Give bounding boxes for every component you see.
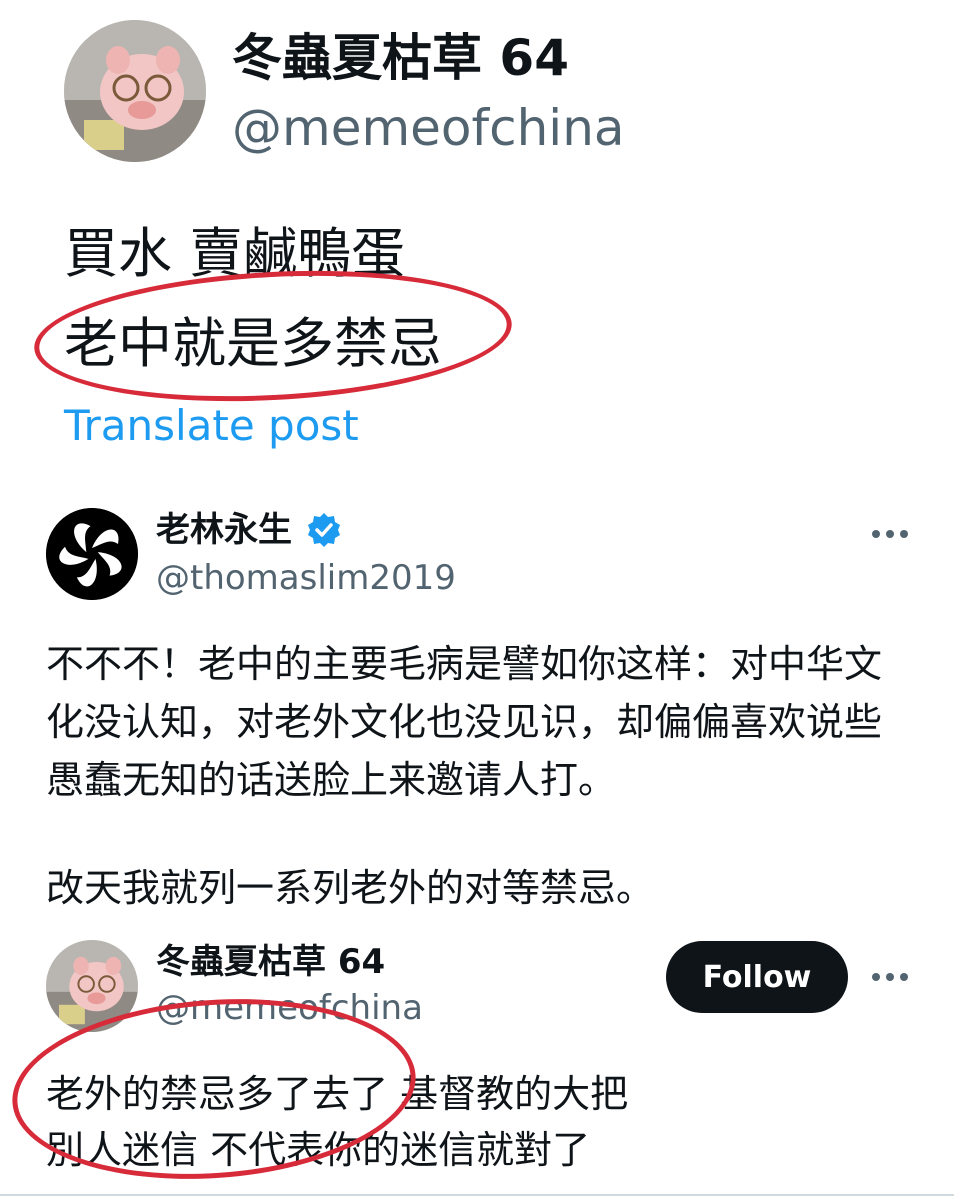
reply-author-name[interactable]: 老林永生 [156, 508, 292, 552]
reply-author-avatar[interactable] [46, 508, 138, 600]
bauhinia-flower-icon [46, 508, 138, 600]
reply-text-line-1: 不不不！老中的主要毛病是譬如你这样：对中华文 [46, 642, 883, 686]
more-horizontal-icon[interactable] [872, 524, 908, 544]
pig-avatar-icon [64, 20, 206, 162]
bottom-divider [0, 1194, 954, 1196]
reply-text-line-3: 愚蠢无知的话送脸上来邀请人打。 [46, 758, 617, 802]
translate-post-link[interactable]: Translate post [64, 400, 359, 452]
author-handle[interactable]: @memeofchina [232, 98, 625, 158]
reply-text-line-2: 化没认知，对老外文化也没见识，却偏偏喜欢说些 [46, 700, 883, 744]
author-name[interactable]: 冬蟲夏枯草 64 [232, 28, 569, 88]
follow-button[interactable]: Follow [666, 941, 848, 1013]
author-avatar[interactable] [64, 20, 206, 162]
verified-badge-icon [306, 512, 342, 548]
reply-text-line-4: 改天我就列一系列老外的对等禁忌。 [46, 866, 655, 910]
bottom-author-name[interactable]: 冬蟲夏枯草 64 [156, 940, 385, 984]
reply-author-handle[interactable]: @thomaslim2019 [156, 556, 456, 600]
more-horizontal-icon[interactable] [872, 967, 908, 987]
